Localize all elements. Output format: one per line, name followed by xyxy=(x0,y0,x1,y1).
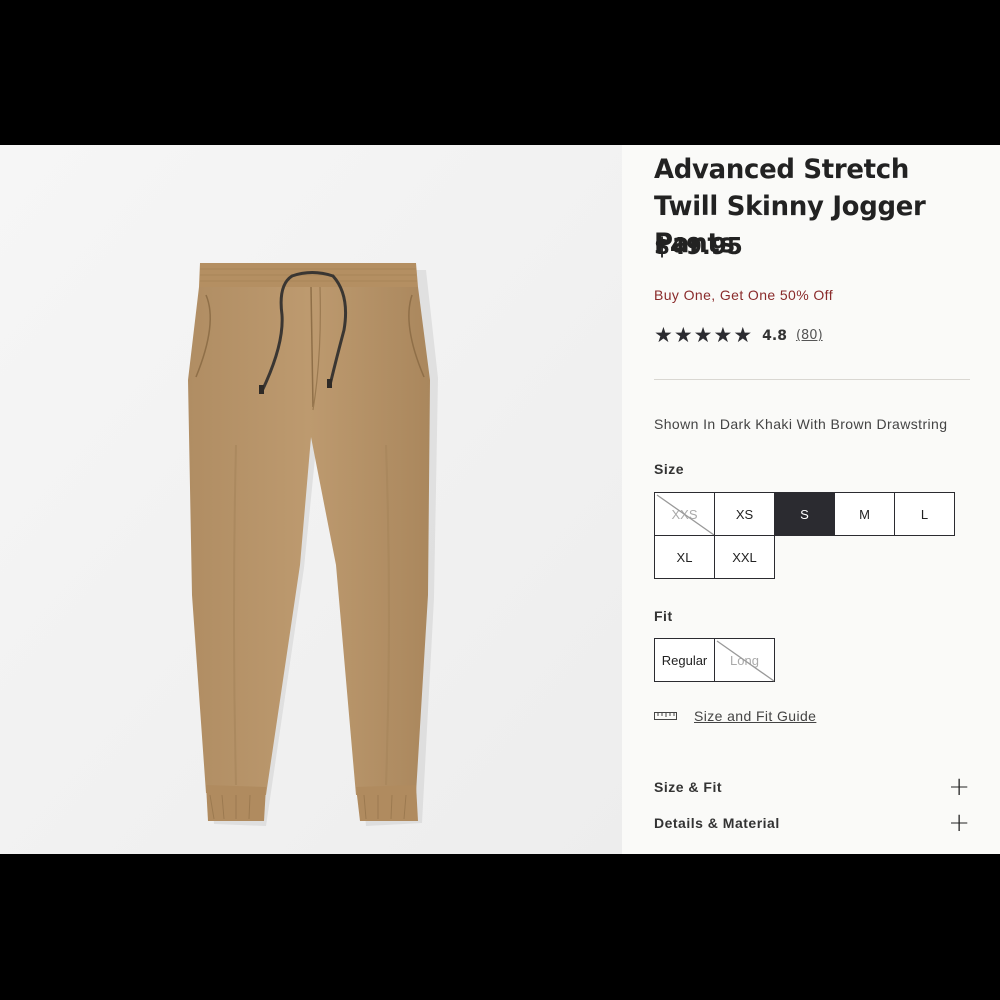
size-option-xxl[interactable]: XXL xyxy=(714,535,775,579)
plus-icon[interactable]: + xyxy=(948,774,970,800)
rating-value: 4.8 xyxy=(762,327,787,344)
plus-icon[interactable]: + xyxy=(948,810,970,836)
star-icon: ★ xyxy=(654,323,673,347)
size-option-xxs[interactable]: XXS xyxy=(654,492,715,536)
star-rating: ★ ★ ★ ★ ★ xyxy=(654,325,752,346)
size-guide-link[interactable]: Size and Fit Guide xyxy=(694,708,816,724)
accordion-label: Details & Material xyxy=(654,815,780,831)
divider xyxy=(654,379,970,380)
color-description: Shown In Dark Khaki With Brown Drawstrin… xyxy=(654,416,948,432)
accordion-details-material[interactable]: Details & Material + xyxy=(654,810,970,836)
ruler-icon xyxy=(654,712,677,720)
promo-text: Buy One, Get One 50% Off xyxy=(654,287,833,303)
size-option-xs[interactable]: XS xyxy=(714,492,775,536)
size-option-l[interactable]: L xyxy=(894,492,955,536)
fit-selector: Regular Long xyxy=(654,638,775,682)
jogger-pants-illustration xyxy=(0,145,622,854)
size-option-s[interactable]: S xyxy=(774,492,835,536)
star-icon: ★ xyxy=(733,323,753,347)
product-image[interactable] xyxy=(0,145,622,854)
rating: ★ ★ ★ ★ ★ 4.8 (80) xyxy=(654,325,823,346)
product-page: Advanced Stretch Twill Skinny Jogger Pan… xyxy=(0,145,1000,854)
accordion-label: Size & Fit xyxy=(654,779,723,795)
product-info-panel: Advanced Stretch Twill Skinny Jogger Pan… xyxy=(622,145,1000,854)
size-option-xl[interactable]: XL xyxy=(654,535,715,579)
size-selector: XXS XS S M L XL XXL xyxy=(654,492,960,579)
size-label: Size xyxy=(654,461,685,477)
unavailable-slash-icon xyxy=(656,494,715,536)
unavailable-slash-icon xyxy=(716,640,775,682)
fit-option-long[interactable]: Long xyxy=(714,638,775,682)
review-count-link[interactable]: (80) xyxy=(796,328,823,343)
star-icon: ★ xyxy=(673,323,693,347)
product-price: $49.95 xyxy=(654,234,743,260)
size-option-m[interactable]: M xyxy=(834,492,895,536)
star-icon: ★ xyxy=(693,323,713,347)
fit-label: Fit xyxy=(654,608,673,624)
star-icon: ★ xyxy=(713,323,733,347)
fit-option-regular[interactable]: Regular xyxy=(654,638,715,682)
size-guide: Size and Fit Guide xyxy=(654,708,816,724)
accordion-size-fit[interactable]: Size & Fit + xyxy=(654,774,970,800)
